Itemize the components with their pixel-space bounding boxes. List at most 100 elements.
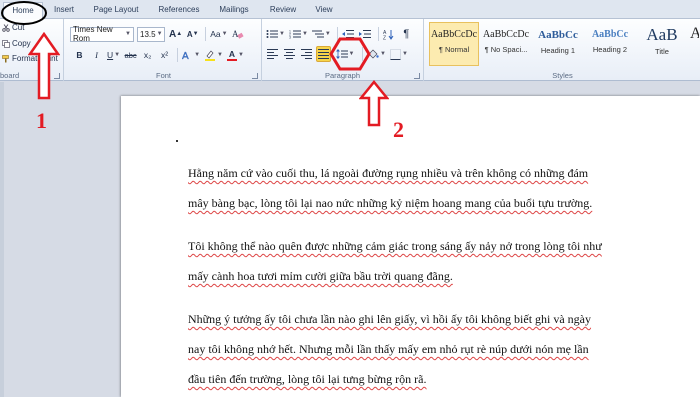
- style-sample: AaBbCcDc: [482, 29, 530, 40]
- style-sample: AaBbCc: [591, 29, 629, 40]
- style-sample: A: [690, 25, 699, 43]
- paragraph-mark: [176, 140, 178, 142]
- svg-text:A: A: [182, 51, 189, 61]
- text-line: mây bàng bạc, lòng tôi lại nao nức những…: [188, 196, 593, 210]
- paragraph-3[interactable]: Những ý tưởng ấy tôi chưa lần nào ghi lê…: [188, 309, 648, 397]
- numbering-icon: 123: [289, 30, 301, 40]
- font-color-icon: A: [228, 48, 236, 59]
- strikethrough-button[interactable]: abc: [123, 47, 138, 63]
- paragraph-1[interactable]: Hằng năm cứ vào cuối thu, lá ngoài đường…: [188, 163, 648, 223]
- sort-button[interactable]: AZ: [382, 26, 397, 42]
- step-2-label: 2: [393, 117, 404, 142]
- separator: [177, 48, 179, 62]
- copy-button[interactable]: Copy: [2, 39, 31, 48]
- clear-formatting-button[interactable]: A: [231, 26, 246, 42]
- align-right-button[interactable]: [299, 46, 314, 62]
- tab-review[interactable]: Review: [266, 2, 300, 19]
- align-center-icon: [284, 47, 295, 61]
- svg-text:A: A: [232, 29, 239, 39]
- underline-button[interactable]: U ▼: [106, 47, 121, 63]
- styles-group: AaBbCcDc ¶ Normal AaBbCcDc ¶ No Spaci...…: [425, 19, 700, 81]
- svg-text:Z: Z: [383, 35, 386, 40]
- highlight-button[interactable]: ▼: [203, 47, 224, 63]
- font-group-label: Font: [155, 71, 171, 80]
- borders-icon: [390, 48, 401, 60]
- change-case-icon: Aa: [210, 29, 221, 39]
- tab-references[interactable]: References: [153, 2, 205, 19]
- chevron-down-icon: ▼: [156, 31, 163, 37]
- underline-icon: U: [107, 50, 114, 60]
- align-right-icon: [301, 47, 312, 61]
- numbering-button[interactable]: 1 2 3 ▼: [288, 26, 309, 42]
- style-heading-2[interactable]: AaBbCc Heading 2: [585, 22, 635, 66]
- grow-font-icon: A: [169, 28, 177, 40]
- subscript-icon: x₂: [143, 50, 152, 60]
- vertical-ruler: [0, 82, 4, 397]
- show-marks-button[interactable]: ¶: [399, 26, 414, 42]
- chevron-down-icon: ▼: [125, 31, 131, 37]
- subscript-button[interactable]: x₂: [140, 47, 155, 63]
- font-size-value: 13.5: [140, 29, 156, 39]
- align-center-button[interactable]: [282, 46, 297, 62]
- text-effects-icon: A: [182, 50, 189, 61]
- text-line: Hằng năm cứ vào cuối thu, lá ngoài đường…: [188, 166, 589, 180]
- style-no-spacing[interactable]: AaBbCcDc ¶ No Spaci...: [481, 22, 531, 66]
- tab-mailings[interactable]: Mailings: [214, 2, 254, 19]
- italic-icon: I: [95, 50, 98, 60]
- document-page[interactable]: Hằng năm cứ vào cuối thu, lá ngoài đường…: [121, 96, 700, 397]
- font-name-combo[interactable]: Times New Rom ▼: [70, 25, 134, 43]
- paragraph-2[interactable]: Tôi không thể nào quên được những cảm gi…: [188, 236, 648, 296]
- eraser-icon: A: [232, 29, 244, 39]
- style-normal[interactable]: AaBbCcDc ¶ Normal: [429, 22, 479, 66]
- align-left-button[interactable]: [265, 46, 280, 62]
- separator: [205, 27, 207, 41]
- style-sample: AaB: [646, 25, 678, 44]
- separator: [377, 27, 379, 41]
- style-title[interactable]: AaB Title: [637, 22, 687, 66]
- text-effects-button[interactable]: A ▼: [181, 47, 201, 63]
- arrow-up-icon: [359, 80, 389, 127]
- text-line: nay tôi không nhớ hết. Nhưng mỗi lần thấ…: [188, 342, 589, 356]
- style-subtitle[interactable]: A: [689, 22, 700, 66]
- style-heading-1[interactable]: AaBbCc Heading 1: [533, 22, 583, 66]
- highlighter-icon: [205, 50, 216, 61]
- font-launcher-icon[interactable]: [252, 73, 258, 79]
- borders-button[interactable]: ▼: [389, 46, 409, 62]
- pilcrow-icon: ¶: [403, 28, 410, 40]
- superscript-icon: x²: [161, 50, 169, 60]
- strikethrough-icon: abc: [124, 50, 137, 60]
- bullets-icon: [266, 30, 278, 38]
- font-name-value: Times New Rom: [73, 25, 113, 43]
- text-line: đầu tiên đến trường, lòng tôi lại tưng b…: [188, 372, 427, 386]
- font-color-button[interactable]: A ▼: [226, 47, 245, 63]
- align-left-icon: [267, 47, 278, 61]
- text-line: Tôi không thể nào quên được những cảm gi…: [188, 239, 602, 253]
- bold-icon: B: [76, 50, 83, 60]
- step-1-label: 1: [36, 108, 47, 133]
- change-case-button[interactable]: Aa ▼: [209, 26, 228, 42]
- style-name: Heading 1: [540, 46, 576, 55]
- italic-button[interactable]: I: [89, 47, 104, 63]
- tab-page-layout[interactable]: Page Layout: [88, 2, 144, 19]
- line-spacing-highlight-hexagon: [329, 37, 371, 71]
- styles-group-label: Styles: [552, 71, 573, 80]
- shrink-font-button[interactable]: A ▼: [185, 26, 200, 42]
- grow-font-button[interactable]: A ▲: [168, 26, 183, 42]
- style-name: ¶ Normal: [438, 45, 470, 54]
- paragraph-group-label: Paragraph: [324, 71, 361, 80]
- font-group: Times New Rom ▼ 13.5 ▼ A ▲ A ▼ Aa ▼ A B I U ▼ …: [66, 19, 262, 81]
- ribbon-tab-bar: Home Insert Page Layout References Maili…: [0, 0, 700, 20]
- copy-icon: [2, 39, 10, 48]
- bullets-button[interactable]: ▼: [265, 26, 286, 42]
- text-line: Những ý tưởng ấy tôi chưa lần nào ghi lê…: [188, 312, 592, 326]
- font-size-combo[interactable]: 13.5 ▼: [137, 26, 165, 42]
- paragraph-launcher-icon[interactable]: [414, 73, 420, 79]
- style-sample: AaBbCc: [538, 29, 578, 41]
- bold-button[interactable]: B: [72, 47, 87, 63]
- paintbrush-icon: [2, 54, 9, 62]
- tab-view[interactable]: View: [311, 2, 337, 19]
- svg-text:3: 3: [289, 36, 291, 40]
- arrow-up-icon: [28, 32, 60, 100]
- style-name: ¶ No Spaci...: [484, 45, 528, 54]
- superscript-button[interactable]: x²: [157, 47, 172, 63]
